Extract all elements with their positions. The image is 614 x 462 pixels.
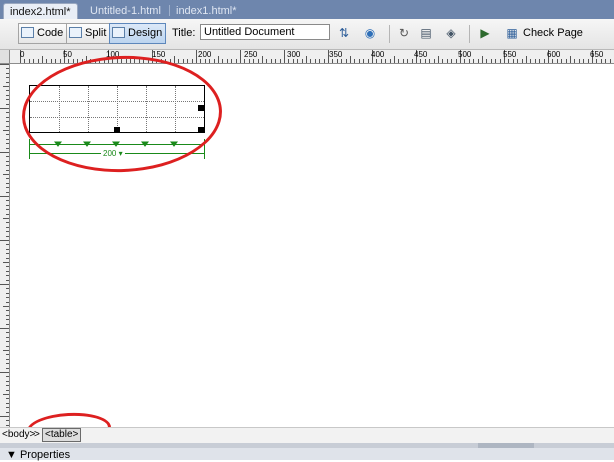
preview-in-browser-icon[interactable]: ◉ [362, 25, 378, 41]
tab-index2-html[interactable]: index2.html* [3, 3, 78, 20]
ruler-label-300: 300 [287, 50, 301, 59]
properties-panel-header[interactable]: ▼ Properties [0, 448, 614, 461]
table-width-label[interactable]: 200 ▾ [101, 149, 125, 158]
tag-body[interactable]: <body> [2, 429, 35, 440]
title-label: Title: [172, 27, 196, 39]
ruler-label-400: 400 [371, 50, 385, 59]
resize-handle-corner[interactable] [198, 127, 204, 133]
check-page-icon[interactable]: ▦ [504, 25, 520, 41]
ruler-label-450: 450 [414, 50, 428, 59]
file-management-icon[interactable]: ⇅ [336, 25, 352, 41]
check-page-button[interactable]: Check Page [523, 27, 583, 39]
resize-handle-right[interactable] [198, 105, 204, 111]
document-toolbar: Code Split Design Title: ⇅ ◉ ↻ ▤ ◈ ▶ ▦ C… [0, 19, 614, 50]
tab-untitled-1-html[interactable]: Untitled-1.html [84, 3, 167, 19]
row-divider [30, 101, 204, 102]
column-divider [59, 86, 60, 132]
tab-index1-html[interactable]: index1.html* [170, 3, 243, 19]
ruler-label-200: 200 [198, 50, 212, 59]
column-divider [88, 86, 89, 132]
ruler-label-50: 50 [63, 50, 72, 59]
ruler-label-650: 650 [590, 50, 604, 59]
ruler-tick-marks [20, 50, 611, 63]
ruler-label-550: 550 [503, 50, 517, 59]
document-tab-bar: index2.html* Untitled-1.html index1.html… [0, 0, 614, 20]
table-width-indicator[interactable]: 200 ▾ [29, 139, 205, 159]
column-divider [146, 86, 147, 132]
ruler-label-500: 500 [458, 50, 472, 59]
view-options-icon[interactable]: ▤ [418, 25, 434, 41]
ruler-label-350: 350 [329, 50, 343, 59]
toolbar-separator [469, 25, 470, 43]
resize-handle-bottom[interactable] [114, 127, 120, 133]
split-icon [69, 27, 82, 38]
ruler-label-0: 0 [20, 50, 25, 59]
ruler-tick-marks [0, 64, 9, 426]
tag-table[interactable]: <table> [42, 428, 82, 442]
tag-separator: > [34, 429, 40, 440]
ruler-label-150: 150 [152, 50, 166, 59]
validate-markup-icon[interactable]: ▶ [477, 25, 493, 41]
horizontal-ruler: 0 50 100 150 200 250 300 350 400 450 500… [0, 50, 614, 64]
vertical-ruler [0, 64, 10, 427]
design-icon [112, 27, 125, 38]
ruler-label-250: 250 [244, 50, 258, 59]
split-view-button[interactable]: Split [66, 23, 111, 44]
design-label: Design [128, 27, 163, 39]
column-divider [117, 86, 118, 132]
code-icon [21, 27, 34, 38]
properties-label: ▼ Properties [6, 449, 71, 461]
tag-selector-bar: <body> > <table> [0, 427, 614, 443]
design-view-button[interactable]: Design [109, 23, 167, 44]
column-divider [175, 86, 176, 132]
ruler-label-100: 100 [106, 50, 120, 59]
refresh-icon[interactable]: ↻ [396, 25, 412, 41]
visual-aids-icon[interactable]: ◈ [443, 25, 459, 41]
document-title-input[interactable] [200, 24, 330, 40]
ruler-label-600: 600 [547, 50, 561, 59]
selected-table[interactable] [29, 85, 205, 133]
toolbar-separator [389, 25, 390, 43]
code-label: Code [37, 27, 64, 39]
row-divider [30, 117, 204, 118]
ruler-origin[interactable] [0, 50, 10, 64]
split-label: Split [85, 27, 107, 39]
code-view-button[interactable]: Code [18, 23, 68, 44]
